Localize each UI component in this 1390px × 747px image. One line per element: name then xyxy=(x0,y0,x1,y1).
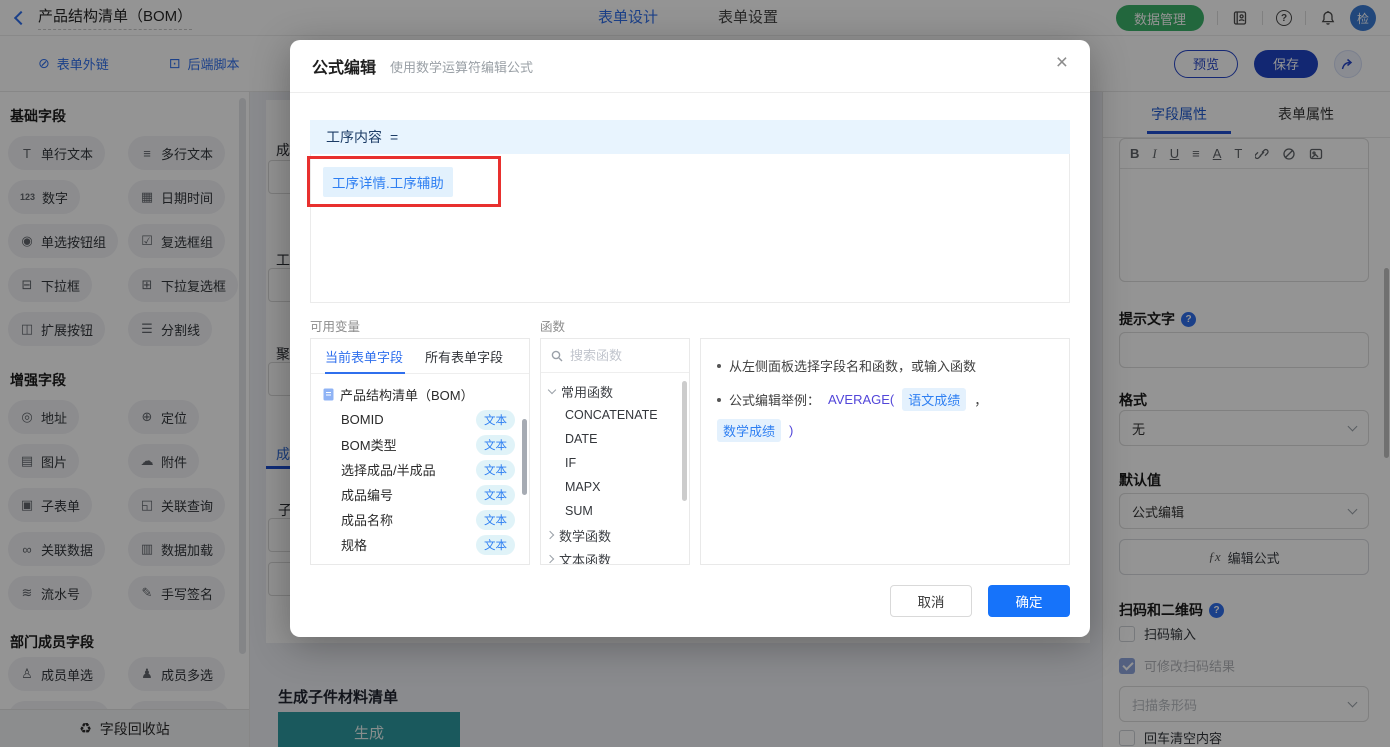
bullet-icon xyxy=(717,397,721,402)
function-name: MAPX xyxy=(565,480,601,494)
app-screen: 产品结构清单（BOM） 表单设计 表单设置 数据管理 ? 检 ⊘ 表单外链 ⊡ … xyxy=(0,0,1390,747)
formula-help-panel: 从左侧面板选择字段名和函数，或输入函数 公式编辑举例： AVERAGE( 语文成… xyxy=(700,338,1070,565)
tree-root-label: 产品结构清单（BOM） xyxy=(340,388,474,403)
help-line-2: 公式编辑举例： AVERAGE( 语文成绩 ， 数学成绩 ) xyxy=(717,388,1053,442)
chevron-right-icon xyxy=(545,554,555,564)
variable-row[interactable]: 成品名称 文本 xyxy=(311,507,529,532)
function-name: CONCATENATE xyxy=(565,408,658,422)
variable-name: 规格 xyxy=(341,538,368,553)
function-name: SUM xyxy=(565,504,593,518)
modal-subtitle: 使用数学运算符编辑公式 xyxy=(390,59,534,75)
chevron-right-icon xyxy=(545,530,555,540)
function-group-common[interactable]: 常用函数 xyxy=(541,379,689,403)
active-tab-underline xyxy=(325,372,405,374)
variables-panel: 当前表单字段 所有表单字段 产品结构清单（BOM） BOMID 文本 BOM类型文… xyxy=(310,338,530,565)
variable-name: BOMID xyxy=(341,412,384,427)
function-name: IF xyxy=(565,456,577,470)
annotation-highlight-box xyxy=(307,156,501,207)
type-badge: 文本 xyxy=(476,484,515,505)
tab-current-form-fields[interactable]: 当前表单字段 xyxy=(325,347,403,366)
equals-sign: = xyxy=(390,129,399,145)
function-item[interactable]: MAPX xyxy=(541,475,689,499)
variable-name: BOM类型 xyxy=(341,438,397,453)
tree-root-node[interactable]: 产品结构清单（BOM） xyxy=(311,382,529,407)
type-badge: 文本 xyxy=(476,534,515,555)
type-badge: 文本 xyxy=(476,459,515,480)
modal-header: 公式编辑 使用数学运算符编辑公式 × xyxy=(290,40,1090,93)
functions-panel: 常用函数 CONCATENATE DATE IF MAPX SUM 数学函数 文… xyxy=(540,338,690,565)
help-line-1: 从左侧面板选择字段名和函数，或输入函数 xyxy=(717,356,1053,375)
help-example-label: 公式编辑举例： xyxy=(729,393,821,408)
close-icon[interactable]: × xyxy=(1056,52,1068,73)
function-item[interactable]: DATE xyxy=(541,427,689,451)
functions-label: 函数 xyxy=(540,320,566,334)
variable-row[interactable]: 选择成品/半成品 文本 xyxy=(311,457,529,482)
formula-edit-modal: 公式编辑 使用数学运算符编辑公式 × 工序内容 = 工序详情.工序辅助 可用变量… xyxy=(290,40,1090,637)
file-icon xyxy=(323,388,334,401)
function-name: DATE xyxy=(565,432,598,446)
bullet-icon xyxy=(717,363,721,368)
variable-name: 成品名称 xyxy=(341,513,394,528)
variable-name: 选择成品/半成品 xyxy=(341,463,436,478)
help-comma: ， xyxy=(974,393,988,408)
function-group-text[interactable]: 文本函数 xyxy=(541,547,689,565)
function-group-label: 数学函数 xyxy=(559,528,612,544)
function-group-math[interactable]: 数学函数 xyxy=(541,523,689,547)
variable-row[interactable]: 规格 文本 xyxy=(311,532,529,557)
variables-tabs: 当前表单字段 所有表单字段 xyxy=(311,339,529,374)
help-function-token: AVERAGE( xyxy=(828,392,895,407)
confirm-button[interactable]: 确定 xyxy=(988,585,1070,617)
function-item[interactable]: IF xyxy=(541,451,689,475)
help-close-paren: ) xyxy=(789,423,794,438)
function-search-input[interactable] xyxy=(570,348,670,363)
variable-name: 成品编号 xyxy=(341,488,394,503)
type-badge: 文本 xyxy=(476,509,515,530)
search-icon xyxy=(551,350,563,361)
help-text: 从左侧面板选择字段名和函数，或输入函数 xyxy=(729,359,977,374)
function-item[interactable]: CONCATENATE xyxy=(541,403,689,427)
type-badge: 文本 xyxy=(476,434,515,455)
variables-scrollbar[interactable] xyxy=(522,419,527,495)
variables-label: 可用变量 xyxy=(310,320,361,334)
formula-target-bar: 工序内容 = xyxy=(310,120,1070,154)
help-arg-chip: 语文成绩 xyxy=(902,388,967,411)
function-item[interactable]: SUM xyxy=(541,499,689,523)
variable-row[interactable]: BOM类型 文本 xyxy=(311,432,529,457)
help-arg-chip: 数学成绩 xyxy=(717,419,782,442)
type-badge: 文本 xyxy=(476,409,515,430)
function-group-label: 文本函数 xyxy=(559,552,612,565)
tab-all-form-fields[interactable]: 所有表单字段 xyxy=(425,347,503,366)
functions-scrollbar[interactable] xyxy=(682,381,687,501)
variable-row[interactable]: 成品编号 文本 xyxy=(311,482,529,507)
cancel-button[interactable]: 取消 xyxy=(890,585,972,617)
chevron-down-icon xyxy=(547,385,557,394)
function-search-row xyxy=(541,339,689,373)
function-group-label: 常用函数 xyxy=(561,384,614,400)
variable-row[interactable]: BOMID 文本 xyxy=(311,407,529,432)
formula-field-name: 工序内容 xyxy=(326,129,382,145)
modal-title: 公式编辑 xyxy=(312,60,377,77)
